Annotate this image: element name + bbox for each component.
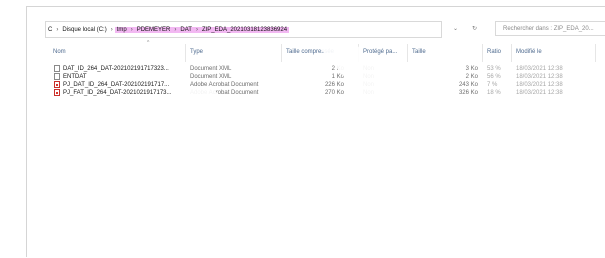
file-explorer-window: C › Disque local (C:) › tmp › PDEMEYER ›… bbox=[26, 6, 605, 257]
column-header: ^ Nom Type Taille compressée Protégé pa.… bbox=[27, 38, 605, 64]
breadcrumb-zip-folder[interactable]: ZIP_EDA_20210318123836924 bbox=[199, 26, 290, 33]
file-type: Document XML bbox=[190, 66, 232, 72]
file-ratio: 18 % bbox=[487, 90, 501, 96]
column-type[interactable]: Type bbox=[190, 49, 203, 55]
file-name: PJ_FAT_ID_264_DAT-2021021917173... bbox=[63, 90, 172, 96]
pdf-file-icon bbox=[54, 89, 60, 96]
file-compressed-size: 226 Ko bbox=[324, 82, 344, 88]
sort-ascending-icon: ^ bbox=[147, 40, 150, 46]
column-ratio[interactable]: Ratio bbox=[487, 49, 501, 55]
xml-file-icon bbox=[54, 73, 60, 80]
file-protected: Non bbox=[363, 90, 375, 96]
pdf-file-icon bbox=[54, 81, 60, 88]
breadcrumb-pdemeyer[interactable]: PDEMEYER bbox=[134, 26, 173, 33]
file-size: 3 Ko bbox=[465, 66, 478, 72]
file-list: DAT_ID_264_DAT-202102191717323... Docume… bbox=[27, 65, 605, 97]
column-compressed-size[interactable]: Taille compressée bbox=[286, 49, 334, 55]
file-size: 243 Ko bbox=[458, 82, 478, 88]
column-divider[interactable] bbox=[185, 44, 186, 62]
file-name: PJ_DAT_ID_264_DAT-202102191717... bbox=[63, 82, 170, 88]
breadcrumb-root[interactable]: C bbox=[46, 27, 54, 33]
file-row[interactable]: DAT_ID_264_DAT-202102191717323... Docume… bbox=[27, 65, 605, 73]
column-divider[interactable] bbox=[511, 44, 512, 62]
xml-file-icon bbox=[54, 65, 60, 72]
watermark-stripe bbox=[177, 87, 357, 257]
file-protected: Non bbox=[363, 74, 375, 80]
file-size: 2 Ko bbox=[465, 74, 478, 80]
file-ratio: 53 % bbox=[487, 66, 501, 72]
file-row[interactable]: PJ_FAT_ID_264_DAT-2021021917173... Adobe… bbox=[27, 89, 605, 97]
column-divider[interactable] bbox=[281, 44, 282, 62]
file-compressed-size: 270 Ko bbox=[324, 90, 344, 96]
file-type: Adobe Acrobat Document bbox=[190, 82, 259, 88]
address-bar[interactable]: C › Disque local (C:) › tmp › PDEMEYER ›… bbox=[45, 21, 442, 38]
file-type: Document XML bbox=[190, 74, 232, 80]
file-modified: 18/03/2021 12:38 bbox=[516, 66, 563, 72]
column-divider[interactable] bbox=[595, 44, 596, 62]
file-size: 326 Ko bbox=[458, 90, 478, 96]
refresh-icon[interactable]: ↻ bbox=[472, 25, 477, 32]
search-input[interactable]: Rechercher dans : ZIP_EDA_20... bbox=[495, 21, 605, 36]
file-protected: Non bbox=[363, 82, 375, 88]
file-compressed-size: 2 Ko bbox=[331, 66, 344, 72]
file-name: ENTDAT bbox=[63, 74, 87, 80]
address-controls: ⌄ ↻ bbox=[446, 21, 484, 36]
watermark-stripe bbox=[437, 137, 572, 257]
file-modified: 18/03/2021 12:38 bbox=[516, 82, 563, 88]
file-protected: Non bbox=[363, 66, 375, 72]
search-placeholder: Rechercher dans : ZIP_EDA_20... bbox=[503, 25, 594, 32]
breadcrumb-tmp[interactable]: tmp bbox=[114, 26, 129, 33]
column-size[interactable]: Taille bbox=[412, 49, 426, 55]
file-name: DAT_ID_264_DAT-202102191717323... bbox=[63, 66, 169, 72]
file-compressed-size: 1 Ko bbox=[331, 74, 344, 80]
breadcrumb-dat[interactable]: DAT bbox=[178, 26, 194, 33]
file-modified: 18/03/2021 12:38 bbox=[516, 74, 563, 80]
file-ratio: 7 % bbox=[487, 82, 498, 88]
file-type: Adobe Acrobat Document bbox=[190, 90, 259, 96]
file-modified: 18/03/2021 12:38 bbox=[516, 90, 563, 96]
column-protected[interactable]: Protégé pa... bbox=[363, 49, 397, 55]
column-modified[interactable]: Modifié le bbox=[516, 49, 542, 55]
column-divider[interactable] bbox=[358, 44, 359, 62]
file-row[interactable]: ENTDAT Document XML 1 Ko Non 2 Ko 56 % 1… bbox=[27, 73, 605, 81]
file-row[interactable]: PJ_DAT_ID_264_DAT-202102191717... Adobe … bbox=[27, 81, 605, 89]
breadcrumb-local-disk[interactable]: Disque local (C:) bbox=[60, 27, 108, 33]
column-divider[interactable] bbox=[407, 44, 408, 62]
chevron-down-icon[interactable]: ⌄ bbox=[453, 25, 458, 32]
column-divider[interactable] bbox=[482, 44, 483, 62]
column-name[interactable]: Nom bbox=[53, 49, 66, 55]
file-ratio: 56 % bbox=[487, 74, 501, 80]
